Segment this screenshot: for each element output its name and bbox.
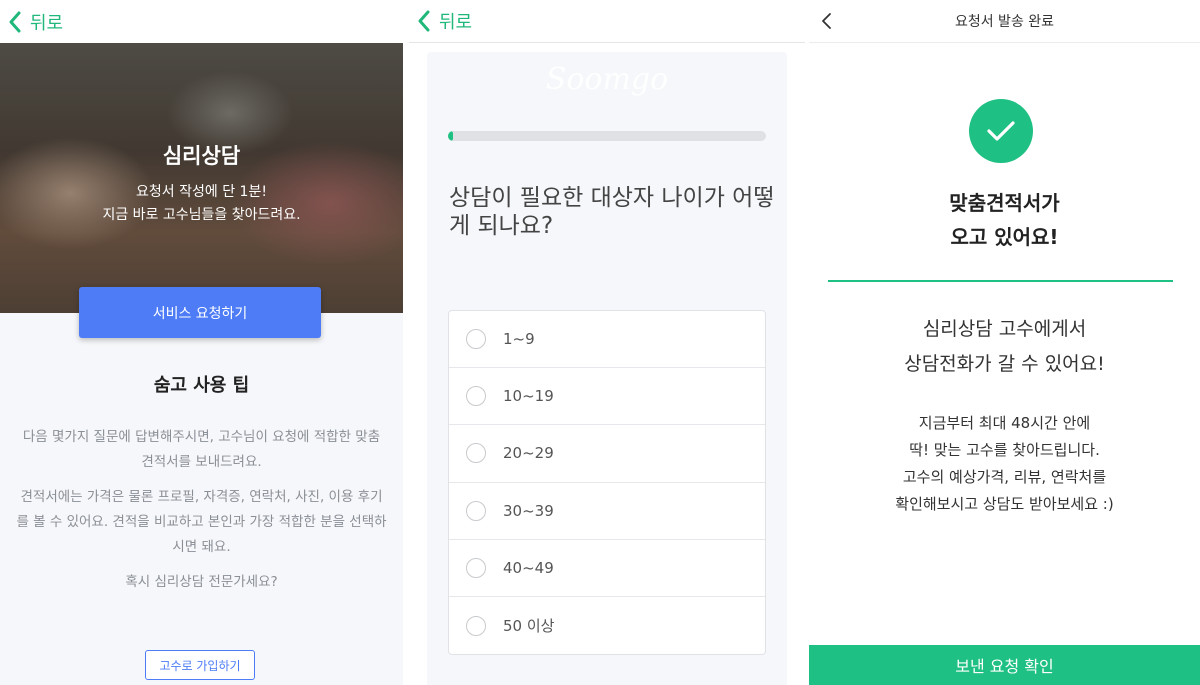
option-row[interactable]: 30~39 <box>449 483 765 540</box>
chevron-left-icon <box>9 11 21 32</box>
description-line-3: 고수의 예상가격, 리뷰, 연락처를 <box>902 468 1107 486</box>
view-sent-requests-button[interactable]: 보낸 요청 확인 <box>809 645 1200 685</box>
done-title: 맞춤견적서가 오고 있어요! <box>809 186 1200 254</box>
progress-bar <box>448 131 766 141</box>
request-sent-screen: 요청서 발송 완료 맞춤견적서가 오고 있어요! 심리상담 고수에게서 상담전화… <box>809 0 1200 685</box>
request-service-button[interactable]: 서비스 요청하기 <box>79 287 321 338</box>
tip-text-3: 혹시 심리상담 전문가세요? <box>125 574 278 590</box>
sub-title-line-1: 심리상담 고수에게서 <box>922 318 1087 340</box>
option-label: 50 이상 <box>503 617 555 636</box>
sub-title: 심리상담 고수에게서 상담전화가 갈 수 있어요! <box>809 312 1200 382</box>
back-button[interactable]: 뒤로 <box>8 9 63 35</box>
option-row[interactable]: 40~49 <box>449 540 765 597</box>
question-text: 상담이 필요한 대상자 나이가 어떻게 되나요? <box>449 185 775 239</box>
hero-image: 심리상담 요청서 작성에 단 1분! 지금 바로 고수님들을 찾아드려요. <box>0 43 403 313</box>
option-row[interactable]: 10~19 <box>449 368 765 426</box>
option-label: 40~49 <box>503 558 554 577</box>
done-title-line-1: 맞춤견적서가 <box>949 191 1060 215</box>
tip-text-1: 다음 몇가지 질문에 답변해주시면, 고수님이 요청에 적합한 맞춤 견적서를 … <box>22 429 381 470</box>
radio-icon[interactable] <box>466 329 486 350</box>
description-line-2: 딱! 맞는 고수를 찾아드립니다. <box>909 441 1100 459</box>
progress-fill <box>448 131 453 141</box>
check-circle-icon <box>969 99 1033 163</box>
soomgo-watermark: Soomgo <box>545 62 669 97</box>
join-as-pro-button[interactable]: 고수로 가입하기 <box>145 650 255 680</box>
done-title-line-2: 오고 있어요! <box>950 225 1059 249</box>
checkmark-icon <box>987 121 1015 141</box>
description: 지금부터 최대 48시간 안에 딱! 맞는 고수를 찾아드립니다. 고수의 예상… <box>809 410 1200 518</box>
back-button[interactable]: 뒤로 <box>417 8 472 34</box>
question-card: Soomgo 상담이 필요한 대상자 나이가 어떻게 되나요? 1~9 10~1… <box>427 52 787 685</box>
hero-subtitle-1: 요청서 작성에 단 1분! <box>136 184 267 200</box>
radio-icon[interactable] <box>466 386 486 407</box>
tip-text-2: 견적서에는 가격은 물론 프로필, 자격증, 연락처, 사진, 이용 후기를 볼… <box>16 489 387 555</box>
top-bar: 뒤로 <box>0 0 403 43</box>
option-label: 30~39 <box>503 501 554 520</box>
radio-icon[interactable] <box>466 443 486 464</box>
back-label: 뒤로 <box>439 12 473 33</box>
age-options-list: 1~9 10~19 20~29 30~39 40~49 50 이상 <box>448 310 766 656</box>
option-label: 20~29 <box>503 444 554 463</box>
top-bar: 뒤로 <box>409 0 805 43</box>
description-line-1: 지금부터 최대 48시간 안에 <box>918 414 1091 432</box>
option-label: 10~19 <box>503 387 554 406</box>
description-line-4: 확인해보시고 상담도 받아보세요 :) <box>895 495 1114 513</box>
chevron-left-icon <box>418 10 430 32</box>
tips-title: 숨고 사용 팁 <box>153 375 250 396</box>
radio-icon[interactable] <box>466 557 486 578</box>
divider <box>828 280 1173 282</box>
service-intro-screen: 뒤로 심리상담 요청서 작성에 단 1분! 지금 바로 고수님들을 찾아드려요.… <box>0 0 403 685</box>
option-row[interactable]: 20~29 <box>449 425 765 483</box>
sub-title-line-2: 상담전화가 갈 수 있어요! <box>904 353 1105 375</box>
hero-title: 심리상담 <box>162 144 241 168</box>
question-screen: 뒤로 Soomgo 상담이 필요한 대상자 나이가 어떻게 되나요? 1~9 1… <box>409 0 805 685</box>
back-label: 뒤로 <box>30 12 64 34</box>
option-row[interactable]: 1~9 <box>449 311 765 369</box>
nav-title: 요청서 발송 완료 <box>954 14 1055 30</box>
top-bar: 요청서 발송 완료 <box>809 0 1200 43</box>
option-label: 1~9 <box>503 330 535 349</box>
option-row[interactable]: 50 이상 <box>449 597 765 654</box>
chevron-left-icon[interactable] <box>817 10 837 32</box>
hero-subtitle-2: 지금 바로 고수님들을 찾아드려요. <box>102 207 301 223</box>
radio-icon[interactable] <box>466 500 486 521</box>
radio-icon[interactable] <box>466 615 486 636</box>
